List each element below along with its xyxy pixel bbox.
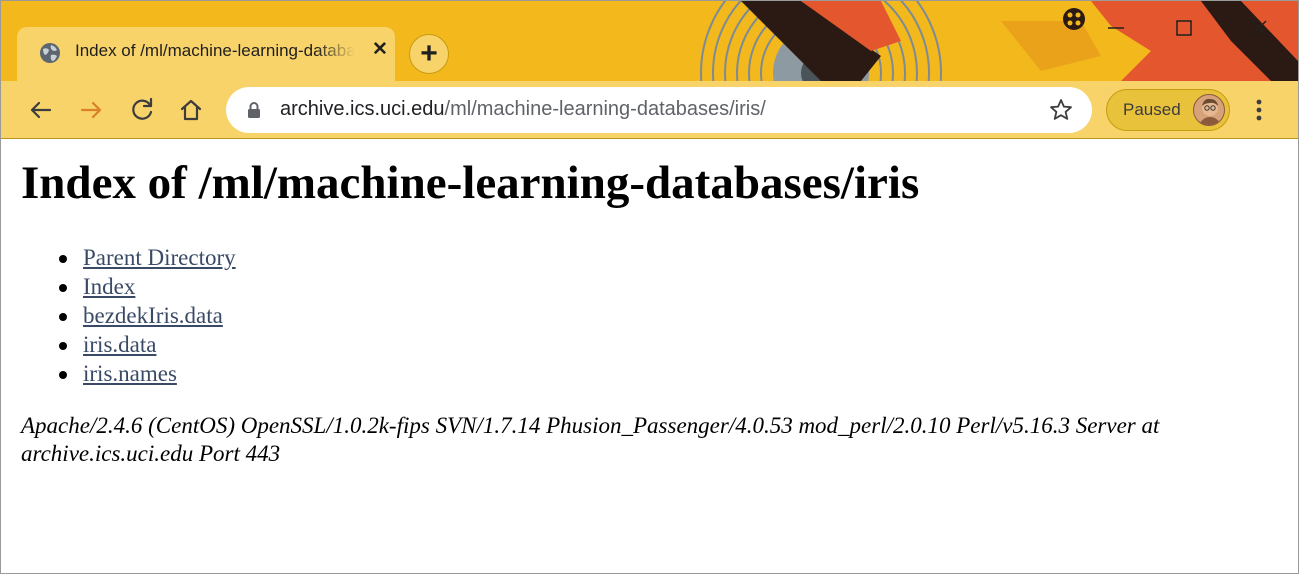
list-item: iris.names bbox=[59, 359, 236, 388]
star-icon[interactable] bbox=[1048, 97, 1074, 123]
link-index[interactable]: Index bbox=[83, 274, 135, 299]
profile-status-label: Paused bbox=[1123, 100, 1181, 119]
page-title: Index of /ml/machine-learning-databases/… bbox=[21, 157, 920, 209]
avatar bbox=[1193, 94, 1225, 126]
bullet-icon bbox=[59, 284, 67, 292]
new-tab-button[interactable]: + bbox=[409, 34, 449, 74]
link-iris-data[interactable]: iris.data bbox=[83, 332, 156, 357]
reload-icon bbox=[132, 97, 153, 120]
list-item: iris.data bbox=[59, 330, 236, 359]
tab-title: Index of /ml/machine-learning-databases/… bbox=[75, 41, 355, 60]
browser-toolbar: archive.ics.uci.edu/ml/machine-learning-… bbox=[1, 81, 1298, 139]
arrow-right-icon bbox=[80, 101, 102, 119]
bullet-icon bbox=[59, 342, 67, 350]
home-button[interactable] bbox=[174, 93, 208, 127]
list-item: Index bbox=[59, 272, 236, 301]
tab-close-icon[interactable]: ✕ bbox=[369, 39, 391, 61]
link-bezdekiris-data[interactable]: bezdekIris.data bbox=[83, 303, 223, 328]
profile-paused-button[interactable]: Paused bbox=[1106, 89, 1230, 131]
arrow-left-icon bbox=[30, 101, 52, 119]
link-parent-directory[interactable]: Parent Directory bbox=[83, 245, 236, 270]
file-list: Parent Directory Index bezdekIris.data i… bbox=[59, 243, 236, 388]
minimize-icon[interactable] bbox=[1096, 13, 1136, 43]
tab-strip: Index of /ml/machine-learning-databases/… bbox=[1, 1, 1298, 81]
address-bar[interactable]: archive.ics.uci.edu/ml/machine-learning-… bbox=[226, 87, 1092, 133]
globe-icon bbox=[40, 43, 60, 63]
url-path: /ml/machine-learning-databases/iris/ bbox=[444, 98, 766, 120]
bullet-icon bbox=[59, 313, 67, 321]
bullet-icon bbox=[59, 371, 67, 379]
server-signature: Apache/2.4.6 (CentOS) OpenSSL/1.0.2k-fip… bbox=[21, 413, 1160, 466]
link-iris-names[interactable]: iris.names bbox=[83, 361, 177, 386]
reload-button[interactable] bbox=[125, 93, 159, 127]
tab-active[interactable]: Index of /ml/machine-learning-databases/… bbox=[17, 27, 395, 81]
lock-icon[interactable] bbox=[244, 100, 264, 120]
forward-button[interactable] bbox=[75, 93, 109, 127]
url-text[interactable]: archive.ics.uci.edu/ml/machine-learning-… bbox=[280, 98, 766, 121]
page-content: Index of /ml/machine-learning-databases/… bbox=[1, 140, 1298, 573]
list-item: bezdekIris.data bbox=[59, 301, 236, 330]
browser-window: Index of /ml/machine-learning-databases/… bbox=[0, 0, 1299, 574]
list-item: Parent Directory bbox=[59, 243, 236, 272]
kebab-menu-icon[interactable] bbox=[1247, 93, 1271, 127]
back-button[interactable] bbox=[23, 93, 57, 127]
home-icon bbox=[180, 99, 202, 121]
maximize-icon[interactable] bbox=[1164, 13, 1204, 43]
url-host: archive.ics.uci.edu bbox=[280, 98, 445, 120]
bullet-icon bbox=[59, 255, 67, 263]
close-icon[interactable] bbox=[1239, 13, 1279, 43]
